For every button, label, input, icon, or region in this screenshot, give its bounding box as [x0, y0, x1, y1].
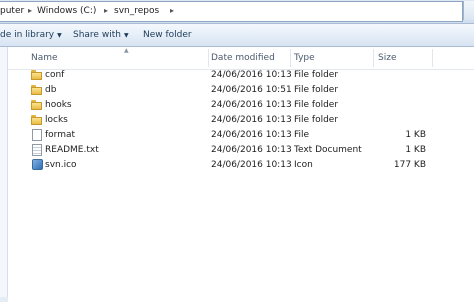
file-date: 24/06/2016 10:51 [211, 85, 292, 95]
column-divider[interactable] [432, 49, 433, 67]
file-type: File folder [294, 85, 339, 95]
file-name: db [45, 85, 57, 95]
share-with-label: Share with [73, 30, 121, 40]
address-dropdown-button[interactable] [463, 1, 474, 20]
column-divider[interactable] [290, 49, 291, 67]
ico-file-icon [32, 159, 43, 170]
breadcrumb-separator-icon[interactable]: ▸ [28, 6, 32, 15]
file-row[interactable]: svn.ico 24/06/2016 10:13 Icon 177 KB [8, 158, 474, 173]
file-date: 24/06/2016 10:13 [211, 130, 292, 140]
breadcrumb-separator-icon[interactable]: ▸ [104, 6, 108, 15]
file-row[interactable]: hooks 24/06/2016 10:13 File folder [8, 98, 474, 113]
column-divider[interactable] [373, 49, 374, 67]
file-size: 1 KB [405, 130, 426, 140]
file-type: File folder [294, 100, 339, 110]
breadcrumb-svn-repos[interactable]: svn_repos [114, 6, 159, 16]
file-date: 24/06/2016 10:13 [211, 115, 292, 125]
column-divider[interactable] [208, 49, 209, 67]
folder-icon [31, 69, 43, 81]
column-header-size[interactable]: Size [378, 53, 396, 63]
include-in-library-label: de in library [0, 30, 55, 40]
breadcrumb-computer[interactable]: puter [0, 6, 24, 16]
file-row[interactable]: format 24/06/2016 10:13 File 1 KB [8, 128, 474, 143]
file-name: README.txt [45, 145, 99, 155]
folder-icon [31, 114, 43, 126]
new-folder-button[interactable]: New folder [143, 30, 192, 40]
file-type: Icon [294, 160, 313, 170]
file-type: File folder [294, 70, 339, 80]
text-file-icon [32, 144, 42, 156]
breadcrumb-separator-icon[interactable]: ▸ [170, 6, 174, 15]
file-name: locks [45, 115, 68, 125]
file-size: 177 KB [393, 160, 426, 170]
breadcrumb[interactable]: puter ▸ Windows (C:) ▸ svn_repos ▸ [0, 1, 463, 22]
file-name: svn.ico [45, 160, 77, 170]
column-header-date-modified[interactable]: Date modified [211, 53, 275, 63]
file-name: format [45, 130, 76, 140]
file-date: 24/06/2016 10:13 [211, 160, 292, 170]
address-bar: puter ▸ Windows (C:) ▸ svn_repos ▸ [0, 0, 474, 24]
sort-ascending-icon: ▲ [124, 47, 129, 54]
command-bar: de in library ▼ Share with ▼ New folder [0, 24, 474, 47]
file-icon [32, 129, 42, 141]
breadcrumb-windows-c[interactable]: Windows (C:) [37, 6, 96, 16]
file-date: 24/06/2016 10:13 [211, 100, 292, 110]
file-date: 24/06/2016 10:13 [211, 145, 292, 155]
file-type: File [294, 130, 310, 140]
share-with-button[interactable]: Share with ▼ [73, 30, 129, 40]
column-header-row: ▲ Name Date modified Type Size [8, 47, 474, 70]
file-row[interactable]: conf 24/06/2016 10:13 File folder [8, 68, 474, 83]
navigation-pane-scroll-edge [0, 297, 8, 302]
file-type: File folder [294, 115, 339, 125]
file-row[interactable]: README.txt 24/06/2016 10:13 Text Documen… [8, 143, 474, 158]
chevron-down-icon: ▼ [123, 32, 129, 39]
column-header-type[interactable]: Type [294, 53, 315, 63]
file-row[interactable]: db 24/06/2016 10:51 File folder [8, 83, 474, 98]
folder-icon [31, 84, 43, 96]
include-in-library-button[interactable]: de in library ▼ [0, 30, 62, 40]
navigation-pane[interactable] [0, 47, 8, 302]
file-date: 24/06/2016 10:13 [211, 70, 292, 80]
file-row[interactable]: locks 24/06/2016 10:13 File folder [8, 113, 474, 128]
file-type: Text Document [294, 145, 362, 155]
file-name: conf [45, 70, 65, 80]
chevron-down-icon: ▼ [57, 32, 62, 39]
folder-icon [31, 99, 43, 111]
file-size: 1 KB [405, 145, 426, 155]
file-name: hooks [45, 100, 72, 110]
column-header-name[interactable]: Name [31, 53, 58, 63]
